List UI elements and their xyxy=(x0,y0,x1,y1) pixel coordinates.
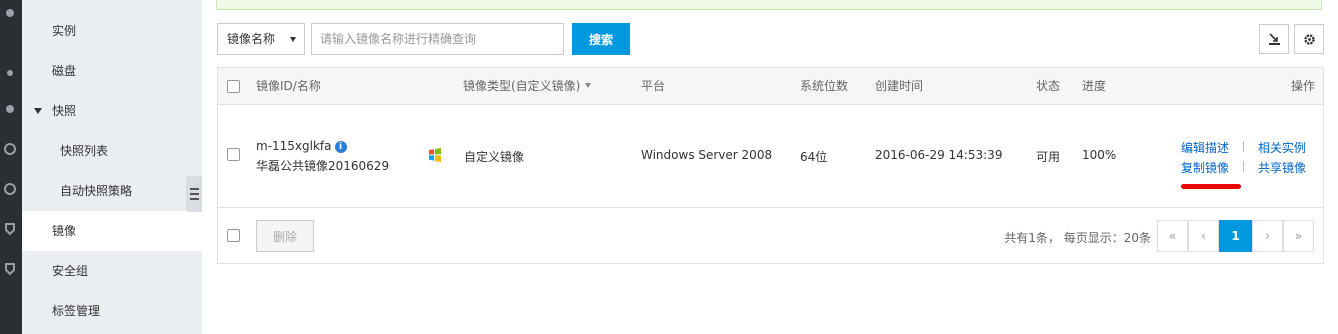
copy-image-link[interactable]: 复制镜像 xyxy=(1181,159,1229,176)
first-page-button[interactable]: « xyxy=(1157,220,1188,252)
header-bits: 系统位数 xyxy=(800,79,849,93)
table-row: m-115xglkfa i 华磊公共镜像20160629 自定义镜像 Window… xyxy=(218,106,1323,208)
divider xyxy=(1243,141,1244,152)
sidebar: 实例 磁盘 快照 快照列表 自动快照策略 镜像 安全组 标签管理 xyxy=(22,0,202,334)
shield-icon[interactable] xyxy=(3,222,17,236)
menu-icon xyxy=(190,188,199,190)
header-created: 创建时间 xyxy=(875,79,924,93)
header-actions: 操作 xyxy=(1290,79,1315,93)
chevron-down-icon xyxy=(585,83,592,88)
image-bits: 64位 xyxy=(800,150,828,164)
header-status: 状态 xyxy=(1036,79,1061,93)
windows-icon xyxy=(427,147,443,163)
sidebar-collapse-handle[interactable] xyxy=(186,176,202,212)
table-header: 镜像ID/名称 镜像类型(自定义镜像) 平台 系统位数 创建时间 状态 进度 操… xyxy=(218,68,1323,105)
delete-button[interactable]: 删除 xyxy=(256,220,314,252)
sidebar-item-tag-management[interactable]: 标签管理 xyxy=(22,291,202,331)
image-created: 2016-06-29 14:53:39 xyxy=(875,148,1003,162)
table-footer: 删除 共有1条， 每页显示：20条 « ‹ 1 › » xyxy=(218,209,1323,264)
header-type[interactable]: 镜像类型(自定义镜像) xyxy=(463,68,592,105)
related-instances-link[interactable]: 相关实例 xyxy=(1258,139,1306,156)
sidebar-item-security-groups[interactable]: 安全组 xyxy=(22,251,202,291)
icon-rail xyxy=(0,0,22,334)
share-image-link[interactable]: 共享镜像 xyxy=(1258,159,1306,176)
product-icon[interactable] xyxy=(3,6,17,20)
search-button[interactable]: 搜索 xyxy=(572,23,630,55)
dot-icon[interactable] xyxy=(3,102,17,116)
sidebar-item-auto-snapshot-policy[interactable]: 自动快照策略 xyxy=(22,171,202,211)
header-platform: 平台 xyxy=(641,79,666,93)
page-1-button[interactable]: 1 xyxy=(1219,220,1252,252)
info-icon[interactable]: i xyxy=(334,141,347,153)
edit-description-link[interactable]: 编辑描述 xyxy=(1181,139,1229,156)
globe-icon[interactable] xyxy=(3,142,17,156)
image-status: 可用 xyxy=(1036,150,1061,164)
footer-select-all-checkbox[interactable] xyxy=(227,229,240,242)
select-all-checkbox[interactable] xyxy=(227,80,240,93)
main-content: 镜像名称 搜索 镜像ID/名称 镜像类型(自定义镜像) 平台 系统位数 创建时间… xyxy=(202,0,1338,334)
chevron-down-icon xyxy=(290,37,296,42)
last-page-button[interactable]: » xyxy=(1283,220,1314,252)
sidebar-item-disks[interactable]: 磁盘 xyxy=(22,51,202,91)
image-table: 镜像ID/名称 镜像类型(自定义镜像) 平台 系统位数 创建时间 状态 进度 操… xyxy=(217,67,1324,264)
divider xyxy=(1243,161,1244,172)
row-checkbox[interactable] xyxy=(227,148,240,161)
gear-icon xyxy=(1304,34,1315,45)
image-id: m-115xglkfa i xyxy=(256,139,347,153)
export-button[interactable] xyxy=(1259,24,1289,54)
sidebar-item-images[interactable]: 镜像 xyxy=(22,211,202,251)
search-input[interactable] xyxy=(311,23,564,55)
sidebar-item-snapshots[interactable]: 快照 xyxy=(22,91,202,131)
cloud-icon[interactable] xyxy=(3,182,17,196)
sidebar-item-instances[interactable]: 实例 xyxy=(22,11,202,51)
pagination-info: 共有1条， 每页显示：20条 xyxy=(1004,231,1151,245)
image-platform: Windows Server 2008 xyxy=(641,148,773,162)
sidebar-item-snapshot-list[interactable]: 快照列表 xyxy=(22,131,202,171)
annotation-underline xyxy=(1181,184,1241,189)
shield-icon[interactable] xyxy=(3,262,17,276)
next-page-button[interactable]: › xyxy=(1252,220,1283,252)
image-type: 自定义镜像 xyxy=(464,150,525,164)
header-id-name: 镜像ID/名称 xyxy=(256,79,321,93)
image-progress: 100% xyxy=(1082,148,1117,162)
header-progress: 进度 xyxy=(1082,79,1107,93)
caret-down-icon xyxy=(34,108,42,114)
dot-icon[interactable] xyxy=(3,66,17,80)
image-name: 华磊公共镜像20160629 xyxy=(256,159,390,173)
prev-page-button[interactable]: ‹ xyxy=(1188,220,1219,252)
filter-select[interactable]: 镜像名称 xyxy=(217,23,305,55)
notice-banner xyxy=(216,0,1322,10)
download-icon xyxy=(1269,33,1280,45)
settings-button[interactable] xyxy=(1294,24,1324,54)
